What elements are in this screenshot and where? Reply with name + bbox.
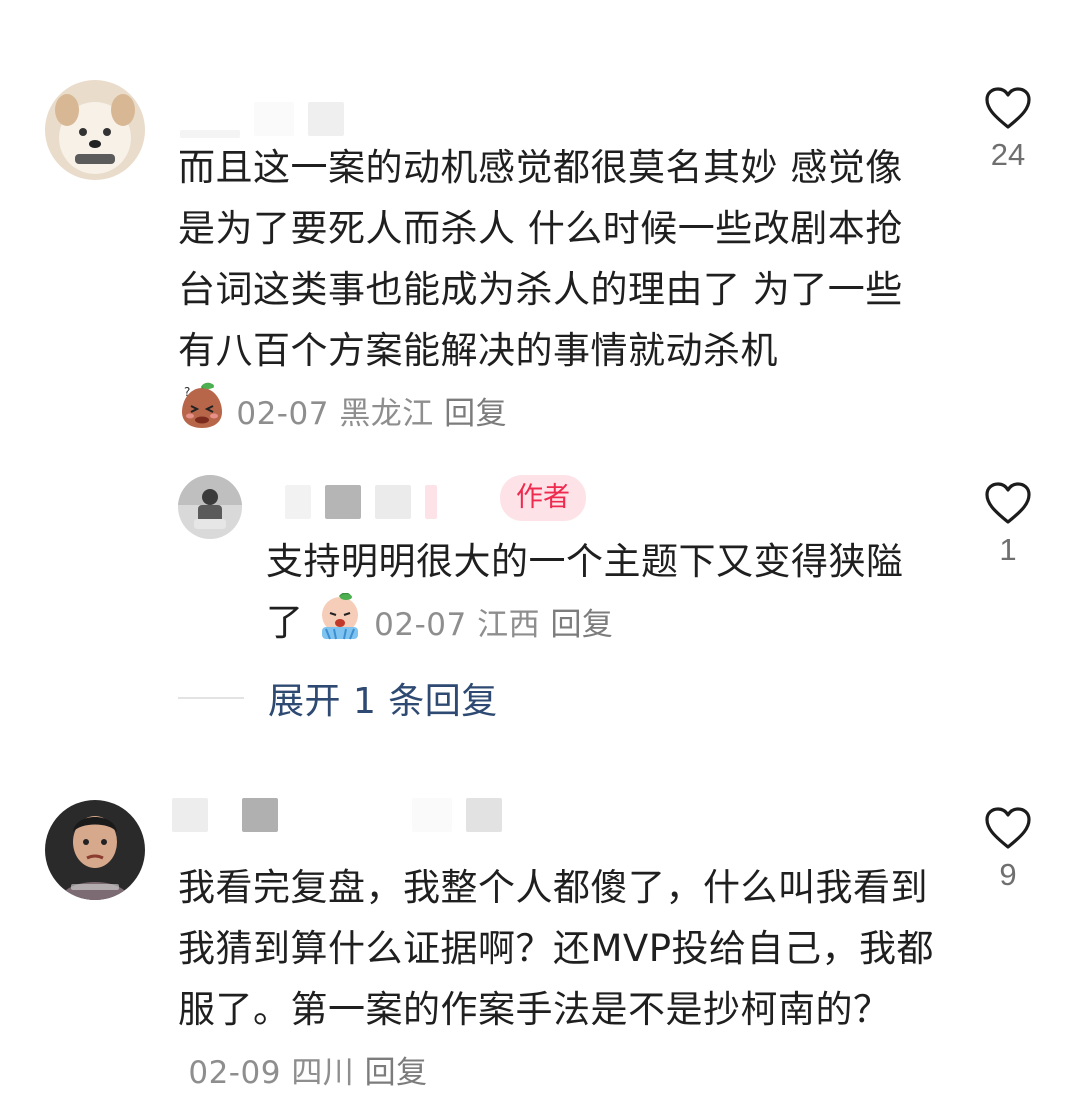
avatar[interactable] (45, 80, 145, 180)
username-redacted[interactable] (180, 100, 344, 138)
reply-button[interactable]: 回复 (365, 1055, 428, 1091)
comment-meta: 02-09 四川 回复 (178, 1055, 428, 1091)
comment-date: 02-09 (188, 1055, 281, 1091)
username-redacted[interactable] (285, 485, 437, 519)
svg-text:?: ? (184, 385, 191, 399)
comment-location: 江西 (477, 607, 541, 643)
expand-replies[interactable]: 展开 1 条回复 (178, 672, 498, 724)
comment-location: 四川 (291, 1055, 355, 1091)
expand-replies-label[interactable]: 展开 1 条回复 (268, 672, 498, 724)
reply-button[interactable]: 回复 (444, 396, 507, 432)
comment-text: 而且这一案的动机感觉都很莫名其妙 感觉像是为了要死人而杀人 什么时候一些改剧本抢… (178, 137, 938, 445)
heart-icon (985, 482, 1031, 524)
like-count: 24 (990, 137, 1026, 172)
author-badge: 作者 (500, 475, 586, 521)
heart-icon (985, 87, 1031, 129)
avatar[interactable] (45, 800, 145, 900)
crying-baby-emoji (321, 593, 358, 640)
comment-body: 我看完复盘，我整个人都傻了，什么叫我看到我猜到算什么证据啊？还MVP投给自己，我… (178, 866, 935, 1031)
like-button[interactable]: 24 (968, 85, 1048, 173)
like-button[interactable]: 9 (968, 805, 1048, 893)
comment-body: 而且这一案的动机感觉都很莫名其妙 感觉像是为了要死人而杀人 什么时候一些改剧本抢… (178, 146, 903, 372)
comment-location: 黑龙江 (339, 396, 434, 432)
comment-meta: 02-07 江西 回复 (316, 593, 614, 643)
comment-text: 我看完复盘，我整个人都傻了，什么叫我看到我猜到算什么证据啊？还MVP投给自己，我… (178, 857, 938, 1104)
shy-bean-emoji: ? (182, 382, 222, 428)
comment-item: 而且这一案的动机感觉都很莫名其妙 感觉像是为了要死人而杀人 什么时候一些改剧本抢… (0, 0, 1080, 460)
like-count: 9 (999, 857, 1017, 892)
reply-button[interactable]: 回复 (550, 607, 613, 643)
heart-icon (985, 807, 1031, 849)
like-button[interactable]: 1 (968, 480, 1048, 568)
comment-text: 支持明明很大的一个主题下又变得狭隘了 02-07 江西 回复 (266, 531, 926, 656)
like-count: 1 (999, 532, 1017, 567)
comment-date: 02-07 (236, 396, 329, 432)
comment-meta: ? 02-07 黑龙江 回复 (178, 382, 507, 432)
divider (178, 697, 244, 699)
comment-item: 我看完复盘，我整个人都傻了，什么叫我看到我猜到算什么证据啊？还MVP投给自己，我… (0, 780, 1080, 1110)
comment-date: 02-07 (374, 607, 467, 643)
reply-item: 作者 支持明明很大的一个主题下又变得狭隘了 02-07 江西 回复 1 (0, 460, 1080, 660)
avatar[interactable] (178, 475, 242, 539)
username-redacted[interactable] (172, 798, 502, 832)
